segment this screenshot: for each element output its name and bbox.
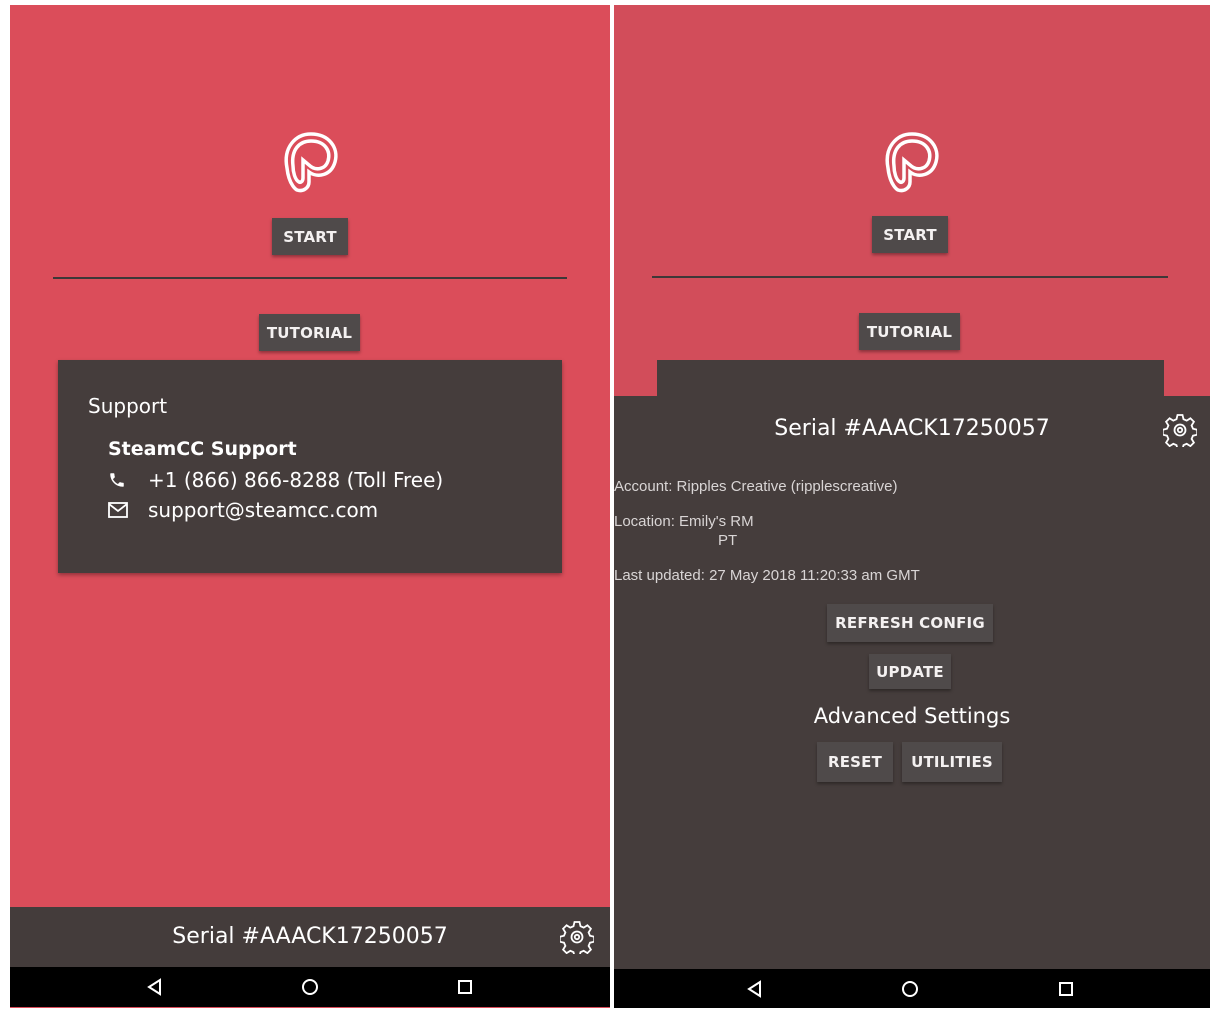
update-button[interactable]: UPDATE xyxy=(869,654,951,689)
support-phone-row[interactable]: +1 (866) 866-8288 (Toll Free) xyxy=(108,468,443,492)
device-settings-panel: Serial #AAACK17250057 Account: Ripples C… xyxy=(614,396,1210,969)
android-nav-bar xyxy=(10,967,610,1007)
gear-icon[interactable] xyxy=(1163,413,1197,447)
start-button[interactable]: START xyxy=(872,216,948,253)
app-logo-icon xyxy=(284,132,338,193)
support-card: Support SteamCC Support +1 (866) 866-828… xyxy=(58,360,562,573)
tutorial-button[interactable]: TUTORIAL xyxy=(859,313,960,350)
back-triangle-icon[interactable] xyxy=(745,979,765,999)
location-info-line2: PT xyxy=(718,532,738,549)
serial-number: Serial #AAACK17250057 xyxy=(774,416,1050,441)
advanced-settings-label: Advanced Settings xyxy=(813,704,1011,728)
support-name: SteamCC Support xyxy=(108,438,297,460)
support-email: support@steamcc.com xyxy=(148,498,379,522)
serial-footer: Serial #AAACK17250057 xyxy=(10,907,610,967)
mail-icon xyxy=(108,502,148,518)
panel-tab xyxy=(657,360,1164,400)
settings-screen: START TUTORIAL Serial #AAACK17250057 Acc… xyxy=(614,5,1210,1008)
back-triangle-icon[interactable] xyxy=(145,977,165,997)
phone-icon xyxy=(108,471,148,489)
location-info: Location: Emily's RM xyxy=(614,513,754,530)
support-email-row[interactable]: support@steamcc.com xyxy=(108,498,378,522)
android-nav-bar xyxy=(614,969,1210,1008)
recents-square-icon[interactable] xyxy=(1056,979,1076,999)
start-button[interactable]: START xyxy=(272,218,348,255)
refresh-config-button[interactable]: REFRESH CONFIG xyxy=(827,604,993,642)
gear-icon[interactable] xyxy=(560,920,594,954)
support-title: Support xyxy=(88,394,168,418)
home-circle-icon[interactable] xyxy=(900,979,920,999)
main-screen: START TUTORIAL Support SteamCC Support +… xyxy=(10,5,610,1008)
divider xyxy=(53,277,567,279)
home-circle-icon[interactable] xyxy=(300,977,320,997)
tutorial-button[interactable]: TUTORIAL xyxy=(259,314,360,351)
utilities-button[interactable]: UTILITIES xyxy=(902,742,1002,782)
reset-button[interactable]: RESET xyxy=(817,742,893,782)
divider xyxy=(652,276,1168,278)
last-updated-info: Last updated: 27 May 2018 11:20:33 am GM… xyxy=(614,567,920,584)
app-logo-icon xyxy=(885,132,939,193)
support-phone: +1 (866) 866-8288 (Toll Free) xyxy=(148,468,444,492)
serial-number: Serial #AAACK17250057 xyxy=(172,924,448,949)
account-info: Account: Ripples Creative (ripplescreati… xyxy=(614,478,898,495)
recents-square-icon[interactable] xyxy=(455,977,475,997)
